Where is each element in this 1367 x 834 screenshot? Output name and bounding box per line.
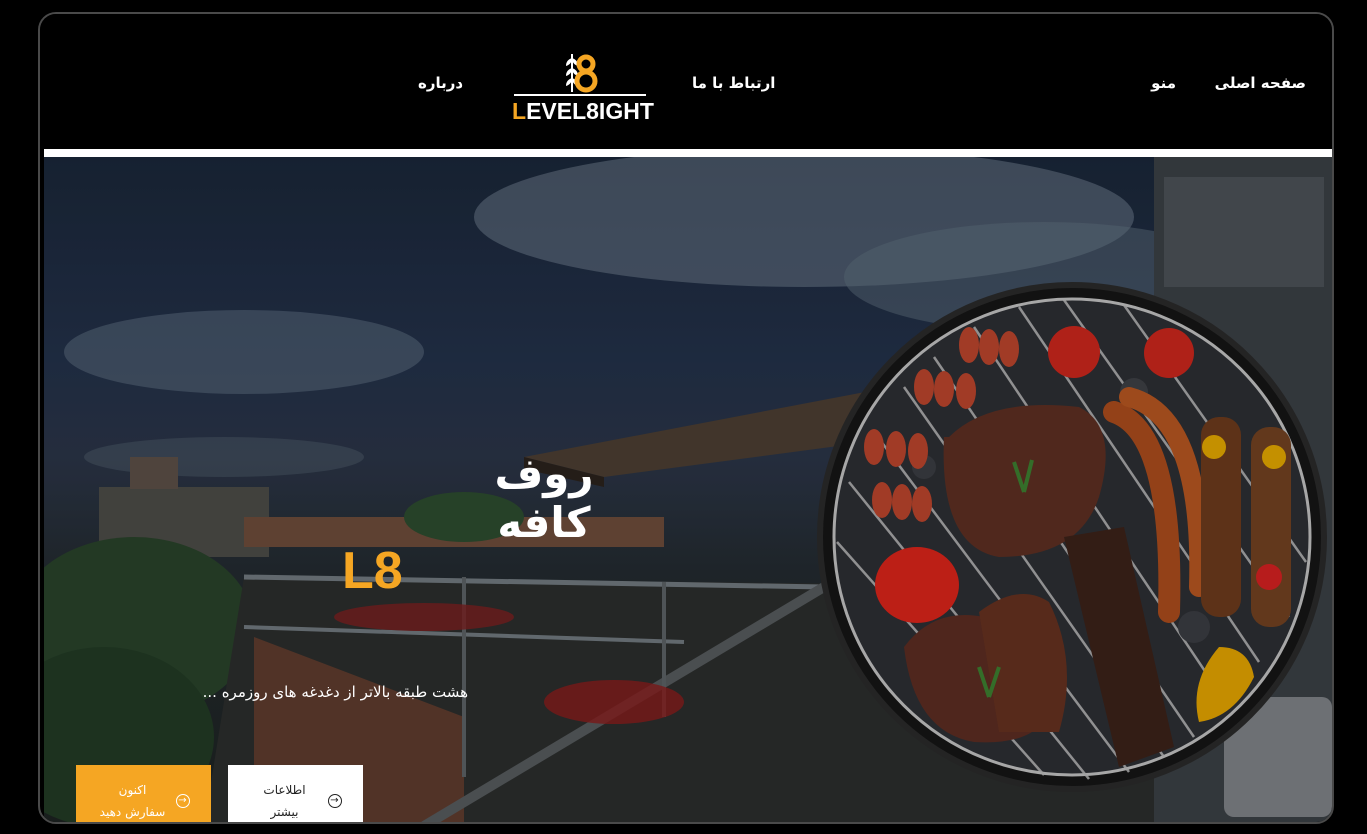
order-now-label: اکنون سفارش دهید — [99, 783, 166, 819]
nav-menu-link[interactable]: منو — [1151, 74, 1176, 92]
nav-home-link[interactable]: صفحه اصلی — [1215, 74, 1306, 92]
nav-about-link[interactable]: درباره — [418, 74, 463, 92]
site-header: صفحه اصلی منو LEVEL8IGHT ارتباط با ما در… — [40, 14, 1332, 149]
arrow-circle-icon: → — [175, 794, 190, 808]
logo-rule — [514, 94, 646, 96]
logo-wordmark: LEVEL8IGHT — [512, 98, 654, 124]
more-info-label: اطلاعات بیشتر — [263, 783, 306, 819]
hero-background-image — [44, 157, 1332, 822]
more-info-button[interactable]: اطلاعات بیشتر → — [228, 765, 363, 822]
hero-title: روف کافه — [494, 449, 594, 547]
nav-contact-link[interactable]: ارتباط با ما — [692, 74, 775, 92]
wheat-8-logo-icon — [566, 54, 598, 93]
hero-section: روف کافه L8 هشت طبقه بالاتر از دغدغه های… — [44, 157, 1332, 822]
browser-frame: صفحه اصلی منو LEVEL8IGHT ارتباط با ما در… — [38, 12, 1334, 824]
hero-tagline: هشت طبقه بالاتر از دغدغه های روزمره ... — [202, 683, 468, 701]
header-divider — [44, 149, 1332, 157]
hero-brand-l8: L8 — [342, 542, 403, 600]
order-now-button[interactable]: اکنون سفارش دهید → — [76, 765, 211, 822]
site-logo[interactable]: LEVEL8IGHT — [510, 50, 654, 128]
arrow-circle-icon: → — [327, 794, 342, 808]
